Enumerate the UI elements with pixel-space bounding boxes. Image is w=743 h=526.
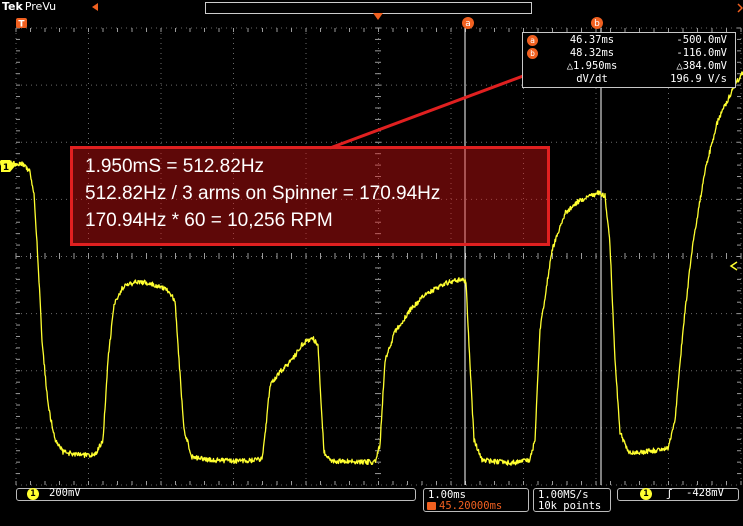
delta-readout-row: △1.950ms △384.0mV: [523, 60, 735, 73]
cursor-b-value: -116.0mV: [676, 47, 727, 59]
annotation-line-2: 512.82Hz / 3 arms on Spinner = 170.94Hz: [85, 183, 441, 204]
rpm-annotation-box: 1.950mS = 512.82Hz 512.82Hz / 3 arms on …: [70, 146, 550, 246]
rising-edge-icon: ʃ: [666, 487, 673, 500]
cursor-a-value: -500.0mV: [676, 34, 727, 46]
channel1-volts-per-div: 200mV: [49, 487, 81, 499]
horizontal-scale-box[interactable]: 1.00ms 45.20000ms: [423, 488, 529, 512]
slope-label: dV/dt: [576, 73, 608, 85]
cursor-b-readout-row: b 48.32ms -116.0mV: [523, 47, 735, 60]
trigger-level-arrow-icon: [729, 261, 738, 271]
trigger-level: -428mV: [686, 487, 724, 499]
slope-value: 196.9 V/s: [670, 73, 727, 85]
channel1-badge: 1: [27, 488, 39, 500]
cursor-readout-panel: a 46.37ms -500.0mV b 48.32ms -116.0mV △1…: [522, 32, 736, 88]
trigger-box[interactable]: 1 ʃ -428mV: [617, 487, 739, 501]
channel1-waveform: [0, 71, 743, 466]
cursor-a-handle-label: a: [465, 19, 471, 29]
callout-pointer: [329, 64, 551, 150]
channel1-scale-box[interactable]: 1 200mV: [16, 487, 416, 501]
trigger-position-label: T: [18, 20, 25, 30]
cursor-a-readout-row: a 46.37ms -500.0mV: [523, 34, 735, 47]
acquisition-box[interactable]: 1.00MS/s 10k points: [533, 488, 611, 512]
cursor-a-badge: a: [527, 35, 538, 46]
delta-time: △1.950ms: [566, 60, 618, 72]
trigger-position-icon: [427, 502, 436, 510]
cursor-b-handle: b: [591, 17, 603, 29]
annotation-line-1: 1.950mS = 512.82Hz: [85, 156, 265, 177]
delta-value: △384.0mV: [676, 60, 727, 72]
cursor-b-handle-label: b: [594, 19, 600, 29]
cursor-a-handle: a: [462, 17, 474, 29]
trigger-point-arrow-icon: [373, 13, 383, 20]
channel1-ground-marker-label: 1: [3, 163, 9, 173]
cursor-b-badge: b: [527, 48, 538, 59]
horizontal-position: 45.20000ms: [439, 500, 503, 512]
graticule-ticks: [15, 27, 742, 485]
trigger-source-badge: 1: [640, 488, 652, 500]
trigger-position-marker: T: [16, 18, 27, 30]
slope-readout-row: dV/dt 196.9 V/s: [523, 73, 735, 86]
cursor-a-time: 46.37ms: [569, 34, 615, 46]
record-view-right-arrow-icon: [737, 3, 743, 13]
record-length: 10k points: [538, 500, 602, 512]
annotation-line-3: 170.94Hz * 60 = 10,256 RPM: [85, 210, 333, 231]
cursor-b-time: 48.32ms: [569, 47, 615, 59]
